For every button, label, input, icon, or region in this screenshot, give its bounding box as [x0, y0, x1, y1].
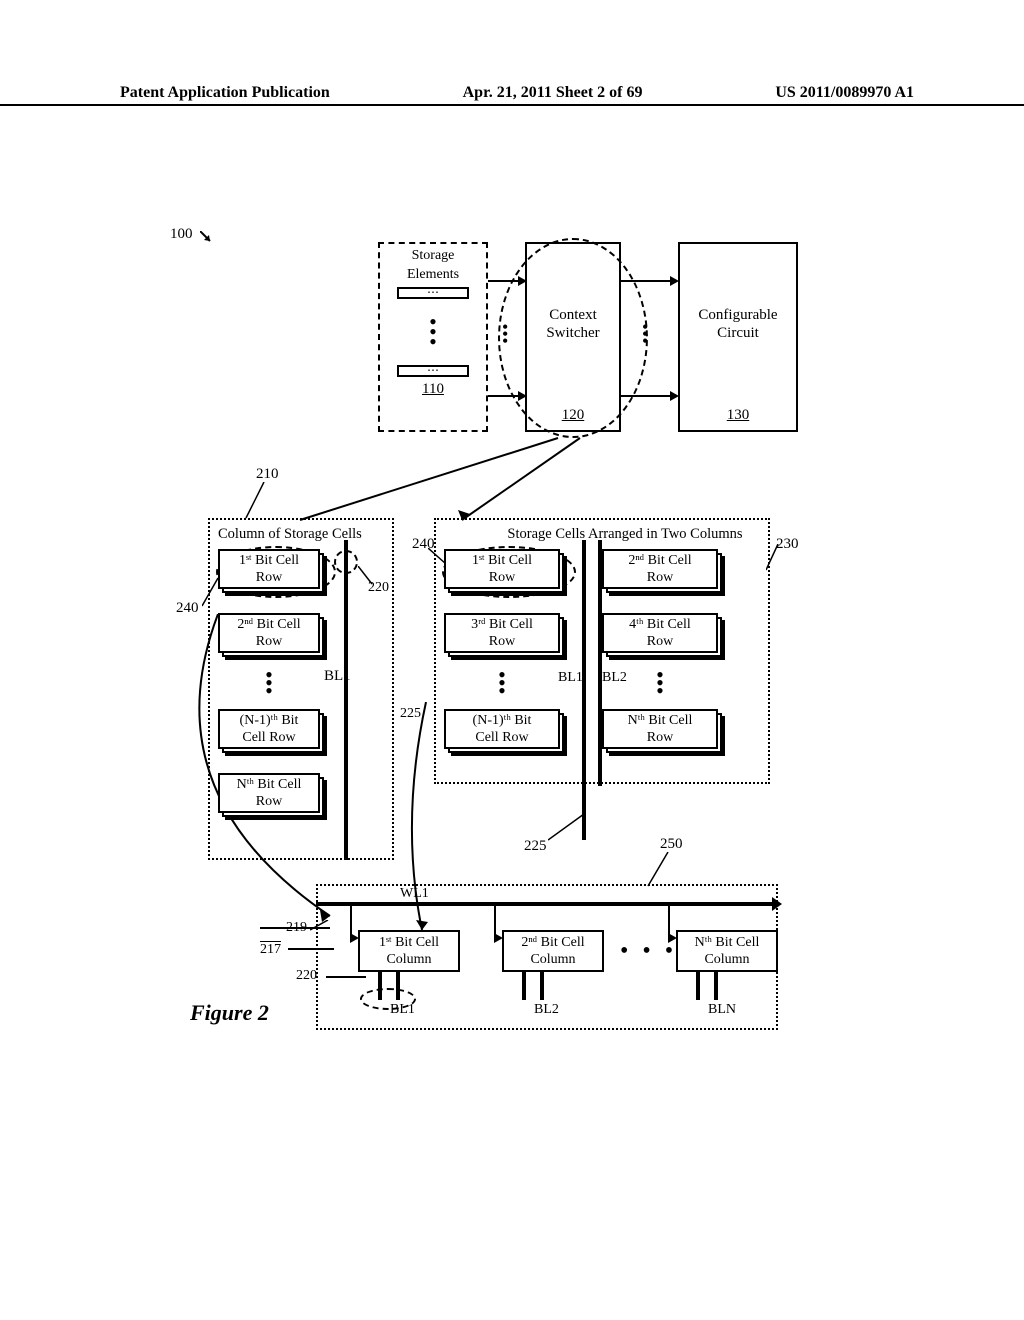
- se-row-top: [397, 287, 469, 299]
- vdots-230-l: •••: [444, 671, 560, 695]
- slash-210: [242, 482, 266, 520]
- bl-short-n: [696, 972, 700, 1000]
- bl2-250: BL2: [534, 1002, 559, 1018]
- se-title-2: Elements: [380, 267, 486, 282]
- cell-nth-bit-row: Nᵗʰ Bit CellRow: [218, 773, 328, 819]
- header-right: US 2011/0089970 A1: [775, 84, 914, 104]
- bl1-250: BL1: [390, 1002, 415, 1018]
- bl-short-2b: [540, 972, 544, 1000]
- slash-220a: [358, 566, 376, 586]
- bl-short-2: [522, 972, 526, 1000]
- ref-100: 100: [170, 226, 193, 243]
- ref-225b: 225: [524, 838, 547, 855]
- cell-1st-bit-row: 1ˢᵗ Bit CellRow: [218, 549, 328, 595]
- bl1-230-label: BL1: [558, 670, 583, 686]
- cfg-ref: 130: [680, 406, 796, 424]
- arc-225: [400, 702, 440, 934]
- configurable-circuit-box: Configurable Circuit 130: [678, 242, 798, 432]
- line-220b: [326, 976, 366, 978]
- ref-219: 219: [286, 920, 307, 936]
- arrow-100-icon: [200, 231, 214, 245]
- ref-250: 250: [660, 836, 683, 853]
- bl1-panel230: [582, 540, 586, 840]
- ctx-line2: Switcher: [527, 324, 619, 342]
- cell-n-1-bit-row: (N-1)ᵗʰ BitCell Row: [218, 709, 328, 755]
- se-ref: 110: [380, 381, 486, 398]
- ref-210: 210: [256, 466, 279, 483]
- hdots-250: • • •: [620, 938, 677, 965]
- wl-arrow-icon: [772, 897, 782, 911]
- bl-short-1: [378, 972, 382, 1000]
- header-left: Patent Application Publication: [120, 84, 330, 104]
- panel-230-title: Storage Cells Arranged in Two Columns: [490, 526, 760, 543]
- bl2-230-label: BL2: [602, 670, 627, 686]
- page-header: Patent Application Publication Apr. 21, …: [0, 84, 1024, 106]
- bl-short-nb: [714, 972, 718, 1000]
- context-switcher-box: Context Switcher 120: [525, 242, 621, 432]
- bl1-panel210: [344, 540, 348, 860]
- ref-217: 217: [260, 942, 281, 958]
- slash-225b: [548, 812, 588, 842]
- se-title-1: Storage: [380, 248, 486, 263]
- ref-220b: 220: [296, 968, 317, 984]
- cell-230-4: 4ᵗʰ Bit CellRow: [602, 613, 726, 659]
- bln-250: BLN: [708, 1002, 736, 1018]
- slash-219: [310, 920, 330, 932]
- col-cell-1: 1ˢᵗ Bit Cell Column: [358, 930, 460, 972]
- col-cell-2: 2ⁿᵈ Bit Cell Column: [502, 930, 604, 972]
- cell-230-1: 1ˢᵗ Bit CellRow: [444, 549, 568, 595]
- vdots-se: •••: [380, 317, 486, 347]
- panel-two-columns: Storage Cells Arranged in Two Columns 1ˢ…: [434, 518, 770, 784]
- bl-short-1b: [396, 972, 400, 1000]
- ctx-line1: Context: [527, 306, 619, 324]
- cfg-line1: Configurable: [680, 306, 796, 324]
- se-row-bot: [397, 365, 469, 377]
- cell-230-6: Nᵗʰ Bit CellRow: [602, 709, 726, 755]
- storage-elements-box: Storage Elements ••• 110: [378, 242, 488, 432]
- wl-line: [316, 902, 778, 906]
- col-cell-n: Nᵗʰ Bit Cell Column: [676, 930, 778, 972]
- cell-230-2: 2ⁿᵈ Bit CellRow: [602, 549, 726, 595]
- cell-2nd-bit-row: 2ⁿᵈ Bit CellRow: [218, 613, 328, 659]
- figure-caption: Figure 2: [190, 1000, 269, 1026]
- ctx-ref: 120: [527, 406, 619, 424]
- line-217: [288, 948, 334, 950]
- cell-230-5: (N-1)ᵗʰ BitCell Row: [444, 709, 568, 755]
- cell-230-3: 3ʳᵈ Bit CellRow: [444, 613, 568, 659]
- panel-210-title: Column of Storage Cells: [218, 526, 384, 543]
- slash-250: [646, 852, 670, 888]
- cfg-line2: Circuit: [680, 324, 796, 342]
- header-center: Apr. 21, 2011 Sheet 2 of 69: [463, 84, 643, 104]
